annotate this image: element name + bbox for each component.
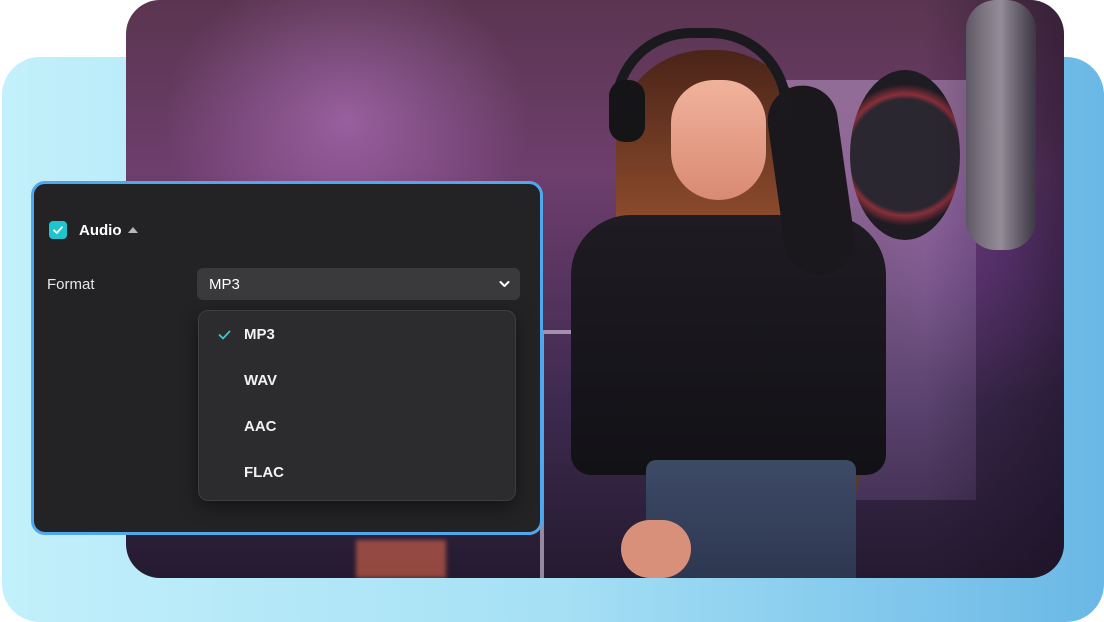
format-option-label: WAV: [244, 372, 277, 389]
format-option-wav[interactable]: WAV: [199, 365, 515, 397]
photo-hand: [621, 520, 691, 578]
format-dropdown-menu: MP3 WAV AAC FLAC: [198, 310, 516, 501]
photo-shade: [924, 0, 1064, 578]
audio-section-header[interactable]: Audio: [49, 219, 138, 241]
caret-up-icon[interactable]: [128, 227, 138, 233]
format-select-value: MP3: [209, 276, 240, 293]
selected-check-icon: [218, 330, 231, 340]
format-select[interactable]: MP3: [197, 268, 520, 300]
format-option-flac[interactable]: FLAC: [199, 457, 515, 489]
format-option-label: AAC: [244, 418, 277, 435]
audio-checkbox[interactable]: [49, 221, 67, 239]
format-option-aac[interactable]: AAC: [199, 411, 515, 443]
checkbox-check-icon: [52, 224, 64, 236]
audio-label: Audio: [79, 222, 122, 239]
chevron-down-icon: [499, 279, 510, 289]
photo-lamp: [356, 540, 446, 578]
audio-settings-panel: Audio Format MP3 MP3 WAV AAC FLAC: [31, 181, 543, 535]
photo-headphone-earcup: [609, 80, 645, 142]
format-option-mp3[interactable]: MP3: [199, 319, 515, 351]
format-label: Format: [47, 276, 95, 293]
format-option-label: MP3: [244, 326, 275, 343]
format-option-label: FLAC: [244, 464, 284, 481]
